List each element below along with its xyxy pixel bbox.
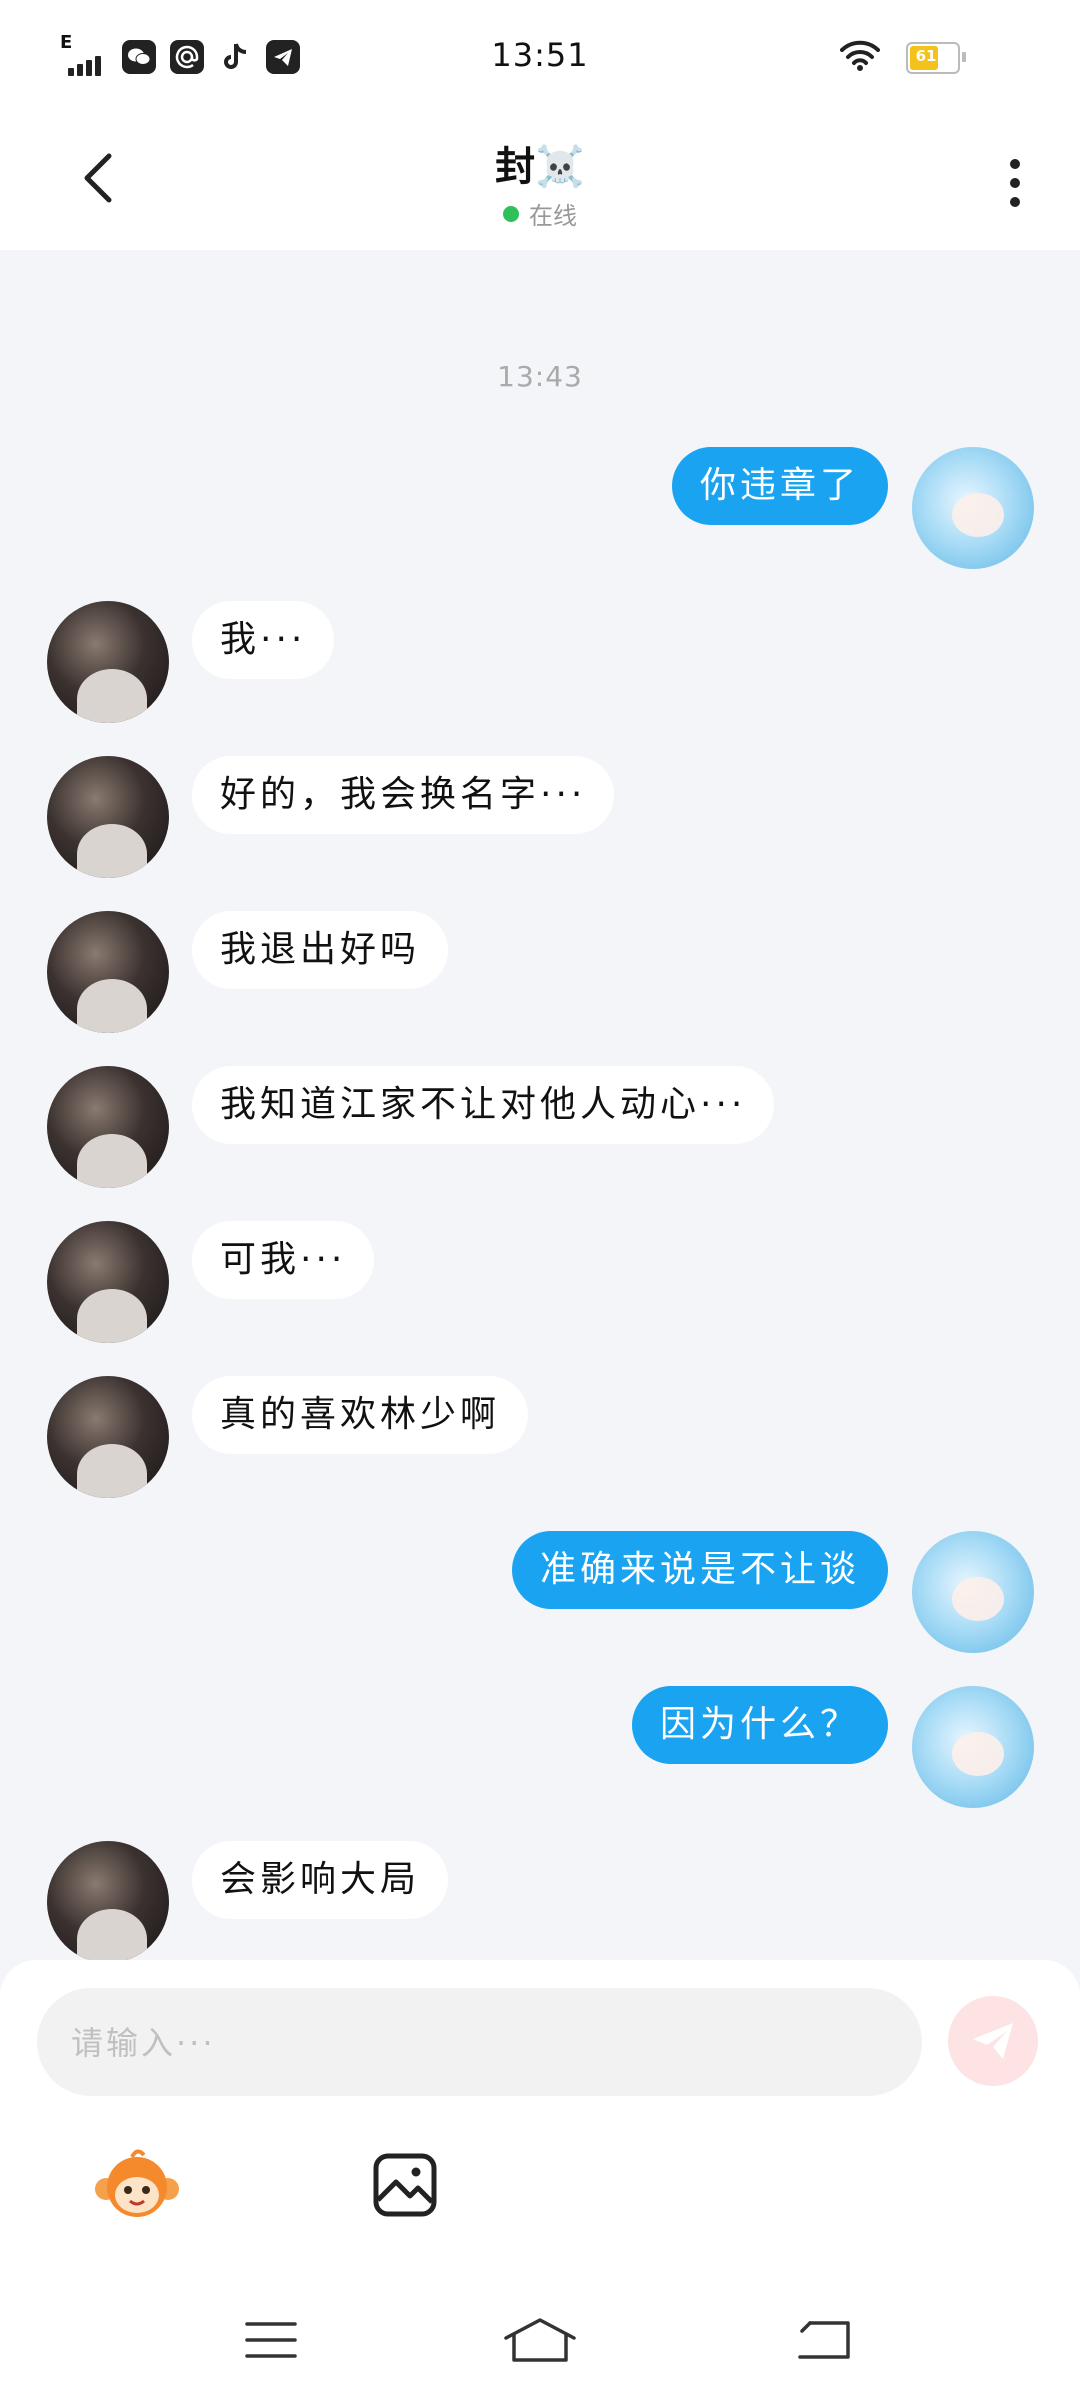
message-row: 你违章了 — [0, 447, 1080, 571]
message-bubble-received[interactable]: 好的，我会换名字··· — [192, 756, 615, 834]
home-icon — [504, 2318, 576, 2362]
nav-home-button[interactable] — [500, 2310, 580, 2370]
more-dot-icon — [1010, 178, 1020, 188]
message-bubble-received[interactable]: 可我··· — [192, 1221, 375, 1299]
message-bubble-sent[interactable]: 因为什么？ — [631, 1686, 888, 1764]
battery-percent: 61 — [915, 47, 937, 65]
send-icon — [973, 2023, 1013, 2059]
message-row: 因为什么？ — [0, 1686, 1080, 1810]
message-row: 我知道江家不让对他人动心··· — [0, 1066, 1080, 1190]
nav-menu-button[interactable] — [231, 2310, 311, 2370]
battery-icon: 61 — [906, 42, 966, 74]
more-dot-icon — [1010, 159, 1020, 169]
message-bubble-received[interactable]: 我知道江家不让对他人动心··· — [192, 1066, 775, 1144]
nav-back-button[interactable] — [784, 2310, 864, 2370]
message-row: 好的，我会换名字··· — [0, 756, 1080, 880]
my-avatar[interactable] — [912, 447, 1034, 569]
contact-avatar[interactable] — [47, 1221, 169, 1343]
menu-icon — [245, 2322, 297, 2358]
message-bubble-received[interactable]: 会影响大局 — [192, 1841, 449, 1919]
my-avatar[interactable] — [912, 1531, 1034, 1653]
message-bubble-received[interactable]: 我··· — [192, 601, 335, 679]
message-bubble-received[interactable]: 我退出好吗 — [192, 911, 449, 989]
input-panel — [0, 1960, 1080, 2400]
my-avatar[interactable] — [912, 1686, 1034, 1808]
online-dot — [503, 205, 519, 222]
contact-avatar[interactable] — [47, 1066, 169, 1188]
more-dot-icon — [1010, 197, 1020, 207]
message-row: 我··· — [0, 601, 1080, 725]
contact-avatar[interactable] — [47, 756, 169, 878]
online-status-label: 在线 — [529, 202, 577, 230]
message-row: 真的喜欢林少啊 — [0, 1376, 1080, 1500]
more-options-button[interactable] — [990, 148, 1040, 218]
contact-name: 封☠️ — [495, 144, 585, 190]
chat-area[interactable]: 13:43 你违章了 我··· 好的，我会换名字··· 我退出好吗 我知道江家不… — [0, 250, 1080, 1963]
send-button[interactable] — [948, 1996, 1038, 2086]
status-bar: E 13:51 61 — [0, 0, 1080, 120]
emoji-button[interactable] — [92, 2140, 182, 2230]
contact-avatar[interactable] — [47, 601, 169, 723]
message-timestamp: 13:43 — [497, 360, 583, 393]
message-input[interactable] — [69, 1988, 893, 2098]
contact-avatar[interactable] — [47, 911, 169, 1033]
image-icon — [373, 2153, 437, 2217]
image-button[interactable] — [360, 2140, 450, 2230]
contact-avatar[interactable] — [47, 1376, 169, 1498]
online-status: 在线 — [0, 196, 1080, 231]
contact-info: 封☠️ 在线 — [0, 134, 1080, 231]
message-row: 我退出好吗 — [0, 911, 1080, 1035]
message-bubble-sent[interactable]: 准确来说是不让谈 — [511, 1531, 888, 1609]
message-row: 会影响大局 — [0, 1841, 1080, 1965]
chat-header: 封☠️ 在线 — [0, 120, 1080, 250]
monkey-sticker-icon — [95, 2149, 179, 2217]
message-row: 可我··· — [0, 1221, 1080, 1345]
contact-avatar[interactable] — [47, 1841, 169, 1963]
wifi-icon — [840, 40, 880, 76]
message-bubble-sent[interactable]: 你违章了 — [671, 447, 888, 525]
back-arrow-icon — [798, 2321, 850, 2359]
status-bar-right: 61 — [840, 40, 966, 76]
message-bubble-received[interactable]: 真的喜欢林少啊 — [192, 1376, 529, 1454]
message-input-box[interactable] — [37, 1988, 922, 2098]
message-row: 准确来说是不让谈 — [0, 1531, 1080, 1655]
